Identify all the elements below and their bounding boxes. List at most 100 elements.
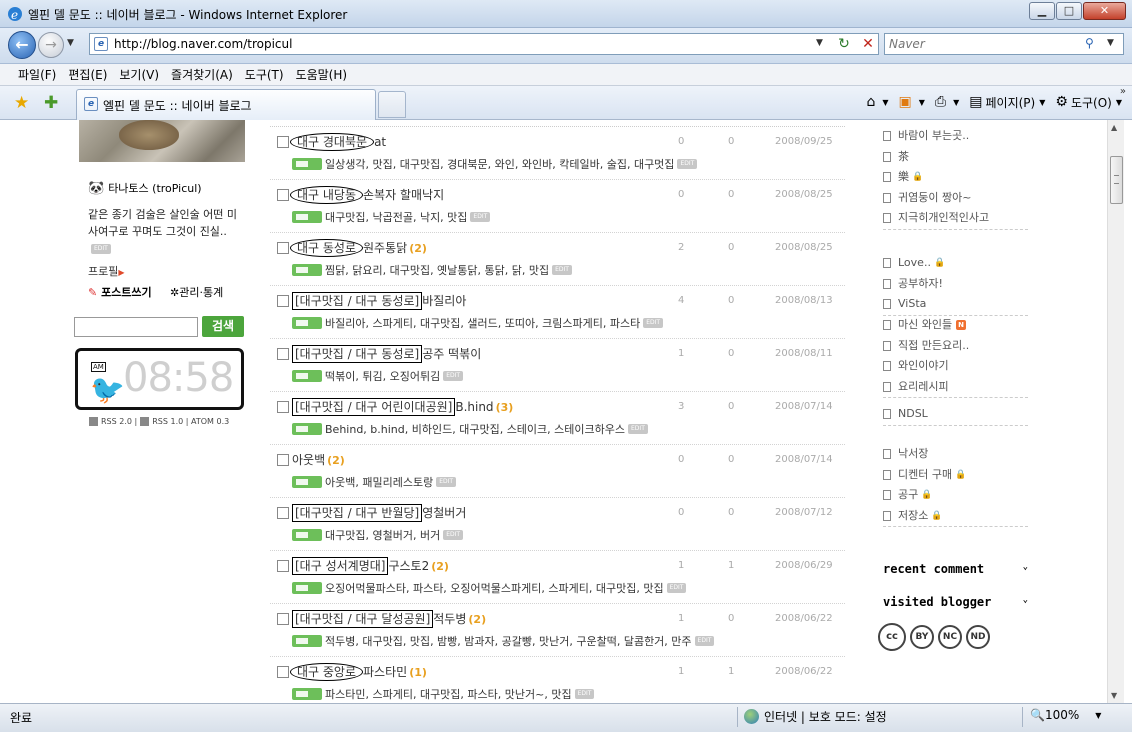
post-checkbox[interactable] [277,560,289,572]
scroll-down-icon[interactable]: ▼ [1111,691,1117,700]
edit-badge[interactable]: EDIT [628,424,648,434]
post-category[interactable]: 대구 동성로 [290,239,364,257]
creative-commons-license[interactable]: cc BY NC ND [878,623,994,651]
post-title[interactable]: 구스토2 [388,559,429,573]
post-checkbox[interactable] [277,454,289,466]
edit-badge[interactable]: EDIT [443,371,464,381]
post-category[interactable]: [대구맛집 / 대구 동성로] [292,292,423,310]
comment-count[interactable]: (2) [468,613,486,626]
menu-file[interactable]: 파일(F) [12,64,62,85]
scrollbar-thumb[interactable] [1110,156,1123,204]
category-item[interactable]: 저장소 🔒 [883,506,1028,527]
post-category[interactable]: 대구 중앙로 [290,663,364,681]
tab-active[interactable]: e 엘핀 델 문도 :: 네이버 블로그 [76,89,376,120]
category-item[interactable]: 지극히개인적인사고 [883,208,1028,229]
edit-badge[interactable]: EDIT [91,244,111,254]
back-button[interactable]: ← [8,31,36,59]
post-category[interactable]: 대구 경대북문 [290,133,375,151]
address-dropdown-icon[interactable]: ▼ [816,38,823,48]
manage-stats-link[interactable]: ✲관리·통계 [170,284,223,300]
rss1-link[interactable]: RSS 1.0 [152,417,183,426]
post-category[interactable]: [대구맛집 / 대구 달성공원] [292,610,434,628]
post-category[interactable]: 대구 내당동 [290,186,364,204]
post-title[interactable]: 적두병 [433,612,466,626]
post-checkbox[interactable] [277,348,289,360]
post-title[interactable]: 바질리아 [422,294,466,308]
atom-link[interactable]: ATOM 0.3 [191,417,229,426]
post-category[interactable]: [대구맛집 / 대구 어린이대공원] [292,398,456,416]
blog-search-input[interactable] [74,317,198,337]
visited-blogger-header[interactable]: visited blogger ⌄ [883,595,1028,609]
tag-list[interactable]: 대구맛집, 영철버거, 버거 [325,527,440,543]
menu-help[interactable]: 도움말(H) [290,64,354,85]
write-post-link[interactable]: ✎ 포스트쓰기 [88,284,152,300]
post-checkbox[interactable] [277,613,289,625]
category-item[interactable]: 와인이야기 [883,356,1028,377]
comment-count[interactable]: (2) [327,454,345,467]
edit-badge[interactable]: EDIT [677,159,698,169]
recent-comment-header[interactable]: recent comment ⌄ [883,562,1028,576]
post-title[interactable]: 공주 떡볶이 [422,347,481,361]
blog-search-button[interactable]: 검색 [202,316,244,337]
menu-view[interactable]: 보기(V) [113,64,165,85]
address-bar[interactable]: e http://blog.naver.com/tropicul ▼ ↻ ✕ [89,33,879,55]
edit-badge[interactable]: EDIT [694,636,715,646]
scroll-up-icon[interactable]: ▲ [1111,123,1117,132]
edit-badge[interactable]: EDIT [574,689,595,699]
category-item[interactable]: ViSta [883,294,1028,315]
category-item[interactable]: NDSL [883,404,1028,425]
menu-edit[interactable]: 편집(E) [62,64,113,85]
comment-count[interactable]: (3) [496,401,514,414]
category-item[interactable]: 공구 🔒 [883,485,1028,506]
search-input[interactable] [889,36,1079,52]
search-options-dropdown-icon[interactable]: ▼ [1107,38,1114,48]
close-button[interactable]: ✕ [1083,2,1126,20]
comment-count[interactable]: (1) [409,666,427,679]
refresh-icon[interactable]: ↻ [834,35,854,53]
tag-list[interactable]: 적두병, 대구맛집, 맛집, 밤빵, 밤과자, 공갈빵, 맛난거, 구운찰떡, … [325,633,692,649]
category-item[interactable]: 樂 🔒 [883,167,1028,188]
favorites-center-icon[interactable]: ★ [14,93,29,113]
post-title[interactable]: 아웃백 [292,453,325,467]
category-item[interactable]: 직접 만든요리.. [883,336,1028,357]
tag-list[interactable]: 오징어먹물파스타, 파스타, 오징어먹물스파게티, 스파게티, 대구맛집, 맛집 [325,580,664,596]
vertical-scrollbar[interactable]: ▲ ▼ [1107,120,1124,703]
comment-count[interactable]: (2) [431,560,449,573]
post-title[interactable]: 손복자 할매낙지 [363,188,444,202]
post-title[interactable]: 원주통닭 [363,241,407,255]
menu-favorites[interactable]: 즐겨찾기(A) [165,64,239,85]
post-checkbox[interactable] [277,666,289,678]
post-title[interactable]: B.hind [455,400,493,414]
category-item[interactable]: 디켄터 구매 🔒 [883,465,1028,486]
edit-badge[interactable]: EDIT [436,477,457,487]
tools-menu-button[interactable]: ⚙ 도구(O) ▼ [1055,94,1122,111]
category-item[interactable]: Love.. 🔒 [883,253,1028,274]
tag-list[interactable]: 바질리아, 스파게티, 대구맛집, 샐러드, 또띠아, 크림스파게티, 파스타 [325,315,640,331]
address-url[interactable]: http://blog.naver.com/tropicul [114,37,292,51]
feeds-button[interactable]: ▣ ▼ [899,94,925,110]
edit-badge[interactable]: EDIT [666,583,687,593]
tag-list[interactable]: Behind, b.hind, 비하인드, 대구맛집, 스테이크, 스테이크하우… [325,421,625,437]
post-checkbox[interactable] [277,242,289,254]
tag-list[interactable]: 떡볶이, 튀김, 오징어튀김 [325,368,440,384]
recent-pages-dropdown-icon[interactable]: ▼ [67,38,74,48]
tag-list[interactable]: 대구맛집, 낙곱전골, 낙지, 맛집 [325,209,467,225]
rss2-link[interactable]: RSS 2.0 [101,417,132,426]
new-tab-button[interactable] [378,91,406,118]
search-box[interactable]: ⚲ ▼ [884,33,1124,55]
menu-tools[interactable]: 도구(T) [239,64,290,85]
category-item[interactable]: 마신 와인들 N [883,315,1028,336]
profile-link[interactable]: 프로필▶ [88,263,125,279]
post-title[interactable]: 파스타민 [363,665,407,679]
post-checkbox[interactable] [277,136,289,148]
maximize-button[interactable]: □ [1056,2,1082,20]
post-checkbox[interactable] [277,295,289,307]
category-item[interactable]: 귀염둥이 짱아~ [883,188,1028,209]
post-title[interactable]: 영철버거 [422,506,466,520]
tag-list[interactable]: 아웃백, 패밀리레스토랑 [325,474,433,490]
edit-badge[interactable]: EDIT [643,318,664,328]
category-item[interactable]: 요리레시피 [883,377,1028,398]
category-item[interactable]: 낙서장 [883,444,1028,465]
stop-icon[interactable]: ✕ [858,35,878,53]
tag-list[interactable]: 일상생각, 맛집, 대구맛집, 경대북문, 와인, 와인바, 칵테일바, 술집,… [325,156,674,172]
